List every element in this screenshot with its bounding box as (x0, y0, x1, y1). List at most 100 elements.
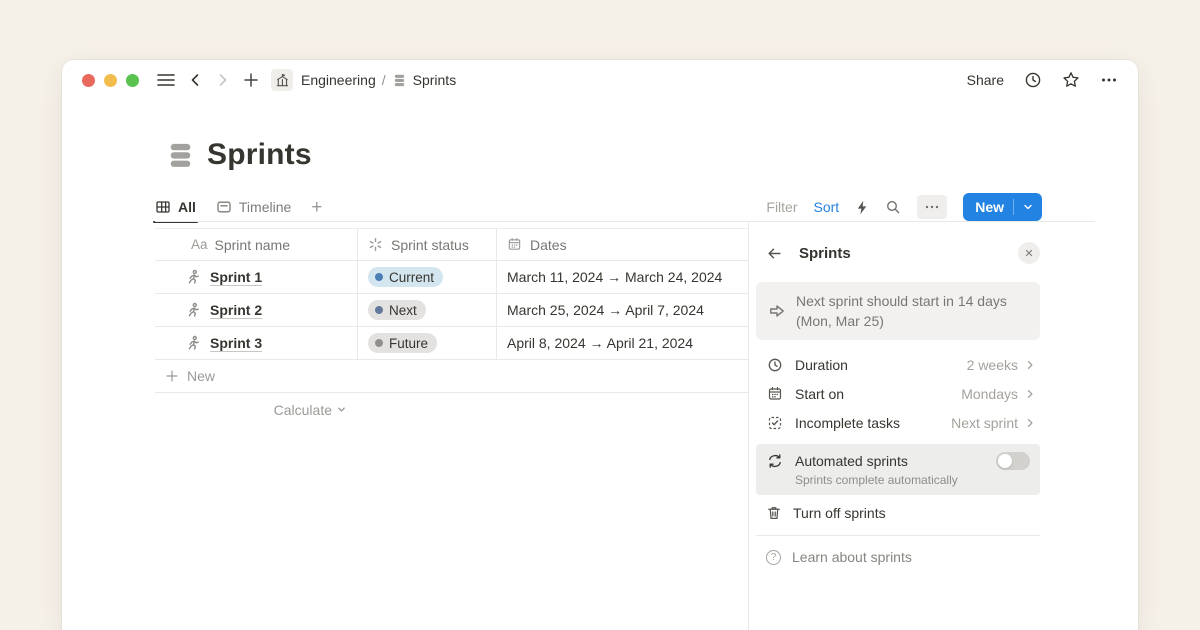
setting-value-text: Next sprint (951, 415, 1018, 431)
sprints-table: Aa Sprint name Sprint status (155, 228, 748, 426)
search-icon[interactable] (885, 199, 901, 215)
dates-cell[interactable]: March 25, 2024 → April 7, 2024 (497, 294, 748, 326)
close-panel-button[interactable]: ✕ (1018, 242, 1040, 264)
sprint-name-cell[interactable]: Sprint 1 (155, 261, 358, 293)
status-pill[interactable]: Next (368, 300, 426, 320)
new-button-caret[interactable] (1014, 201, 1042, 213)
setting-duration[interactable]: Duration 2 weeks (756, 350, 1040, 379)
new-button[interactable]: New (963, 193, 1042, 221)
database-toolbar: Filter Sort New (766, 193, 1042, 221)
running-person-icon (185, 269, 201, 285)
clock-icon (766, 357, 784, 373)
status-label: Next (389, 303, 417, 318)
tab-timeline[interactable]: Timeline (216, 192, 291, 222)
new-row-button[interactable]: New (155, 360, 748, 393)
titlebar-actions: Share (967, 71, 1118, 89)
table-row: Sprint 2 Next March 25, 2024 → April 7, … (155, 294, 748, 327)
repeat-icon (766, 453, 784, 469)
status-pill[interactable]: Current (368, 267, 443, 287)
page-title[interactable]: Sprints (207, 138, 312, 172)
breadcrumb-workspace[interactable]: Engineering (301, 72, 376, 88)
dates-cell[interactable]: April 8, 2024 → April 21, 2024 (497, 327, 748, 359)
status-label: Future (389, 336, 428, 351)
panel-section-divider (756, 535, 1040, 536)
favorite-star-icon[interactable] (1062, 71, 1080, 89)
new-row-label: New (187, 368, 215, 384)
sprint-status-cell: Next (358, 294, 497, 326)
chevron-right-icon (1024, 388, 1036, 400)
running-person-icon (185, 302, 201, 318)
arrow-right-outline-icon (768, 291, 786, 331)
setting-start-on[interactable]: Start on Mondays (756, 379, 1040, 408)
table-row: Sprint 1 Current March 11, 2024 → March … (155, 261, 748, 294)
back-button[interactable] (187, 72, 203, 88)
column-header-sprint-name[interactable]: Aa Sprint name (155, 229, 358, 260)
date-property-icon (507, 237, 522, 252)
status-dot (375, 273, 383, 281)
workspace-icon[interactable] (271, 69, 293, 91)
tabs-divider (155, 221, 1095, 222)
database-page-icon[interactable] (166, 141, 195, 170)
automated-sprints-row[interactable]: Automated sprints Sprints complete autom… (756, 444, 1040, 495)
calculate-button[interactable]: Calculate (155, 402, 347, 418)
new-page-button[interactable] (243, 72, 259, 88)
automated-toggle-off[interactable] (996, 452, 1030, 470)
column-header-dates[interactable]: Dates (497, 229, 748, 260)
tab-all[interactable]: All (155, 192, 196, 222)
updates-clock-icon[interactable] (1024, 71, 1042, 89)
zoom-window-button[interactable] (126, 74, 139, 87)
sprint-settings-list: Duration 2 weeks Start on Mondays (756, 350, 1040, 437)
back-arrow-icon[interactable] (766, 245, 783, 262)
more-options-icon[interactable] (1100, 71, 1118, 89)
automated-label: Automated sprints (795, 453, 908, 469)
page-header: Sprints (166, 138, 312, 172)
sprint-status-cell: Future (358, 327, 497, 359)
minimize-window-button[interactable] (104, 74, 117, 87)
next-sprint-notice: Next sprint should start in 14 days (Mon… (756, 282, 1040, 340)
sprint-name-link[interactable]: Sprint 1 (210, 269, 262, 285)
status-dot (375, 339, 383, 347)
share-button[interactable]: Share (967, 72, 1004, 88)
close-window-button[interactable] (82, 74, 95, 87)
view-options-button[interactable] (917, 195, 947, 219)
sort-button[interactable]: Sort (814, 199, 840, 215)
setting-incomplete-tasks[interactable]: Incomplete tasks Next sprint (756, 408, 1040, 437)
table-view-icon (155, 199, 171, 215)
sidebar-menu-icon[interactable] (157, 73, 175, 87)
sprints-settings-panel: Sprints ✕ Next sprint should start in 14… (756, 240, 1040, 572)
sprint-name-cell[interactable]: Sprint 3 (155, 327, 358, 359)
status-property-icon (368, 237, 383, 252)
filter-button[interactable]: Filter (766, 199, 797, 215)
turn-off-sprints-button[interactable]: Turn off sprints (756, 497, 1040, 529)
calculate-row: Calculate (155, 393, 748, 426)
table-row: Sprint 3 Future April 8, 2024 → April 21… (155, 327, 748, 360)
app-window: Engineering / Sprints Share (62, 60, 1138, 630)
column-header-sprint-status[interactable]: Sprint status (358, 229, 497, 260)
learn-about-sprints-link[interactable]: ? Learn about sprints (756, 542, 1040, 572)
trash-icon (766, 505, 782, 521)
date-range: April 8, 2024 → April 21, 2024 (507, 335, 693, 351)
calendar-icon (766, 386, 784, 402)
sprint-name-cell[interactable]: Sprint 2 (155, 294, 358, 326)
panel-title: Sprints (799, 245, 851, 262)
breadcrumb: Engineering / Sprints (301, 72, 456, 88)
calculate-label: Calculate (274, 402, 332, 418)
panel-header: Sprints ✕ (756, 240, 1040, 266)
sprint-name-link[interactable]: Sprint 2 (210, 302, 262, 318)
sprint-name-link[interactable]: Sprint 3 (210, 335, 262, 351)
dates-cell[interactable]: March 11, 2024 → March 24, 2024 (497, 261, 748, 293)
panel-divider (748, 221, 749, 630)
date-range: March 25, 2024 → April 7, 2024 (507, 302, 704, 318)
automations-bolt-icon[interactable] (855, 200, 869, 215)
window-titlebar: Engineering / Sprints Share (62, 60, 1138, 100)
add-view-button[interactable]: + (311, 198, 322, 217)
breadcrumb-separator: / (382, 72, 386, 88)
column-label: Sprint status (391, 237, 469, 253)
status-pill[interactable]: Future (368, 333, 437, 353)
running-person-icon (185, 335, 201, 351)
forward-button[interactable] (215, 72, 231, 88)
date-range: March 11, 2024 → March 24, 2024 (507, 269, 722, 285)
breadcrumb-page[interactable]: Sprints (413, 72, 457, 88)
traffic-lights (82, 74, 139, 87)
turn-off-label: Turn off sprints (793, 505, 886, 521)
